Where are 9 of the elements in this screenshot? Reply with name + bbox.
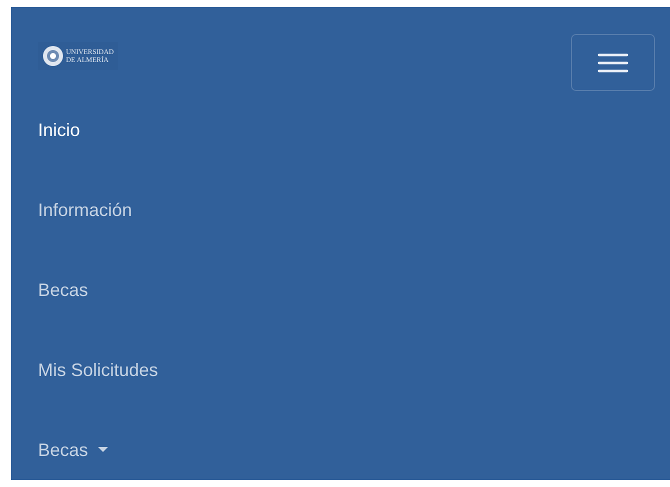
nav-dropdown[interactable]: Becas [38, 410, 108, 480]
menu-icon [597, 52, 629, 74]
seal-icon [42, 45, 64, 67]
caret-icon [98, 447, 108, 453]
nav-link[interactable]: Inicio [38, 90, 80, 170]
menu-button[interactable] [571, 34, 655, 91]
nav-link[interactable]: Becas [38, 250, 88, 330]
nav-link[interactable]: Información [38, 170, 132, 250]
nav-link[interactable]: Mis Solicitudes [38, 330, 158, 410]
